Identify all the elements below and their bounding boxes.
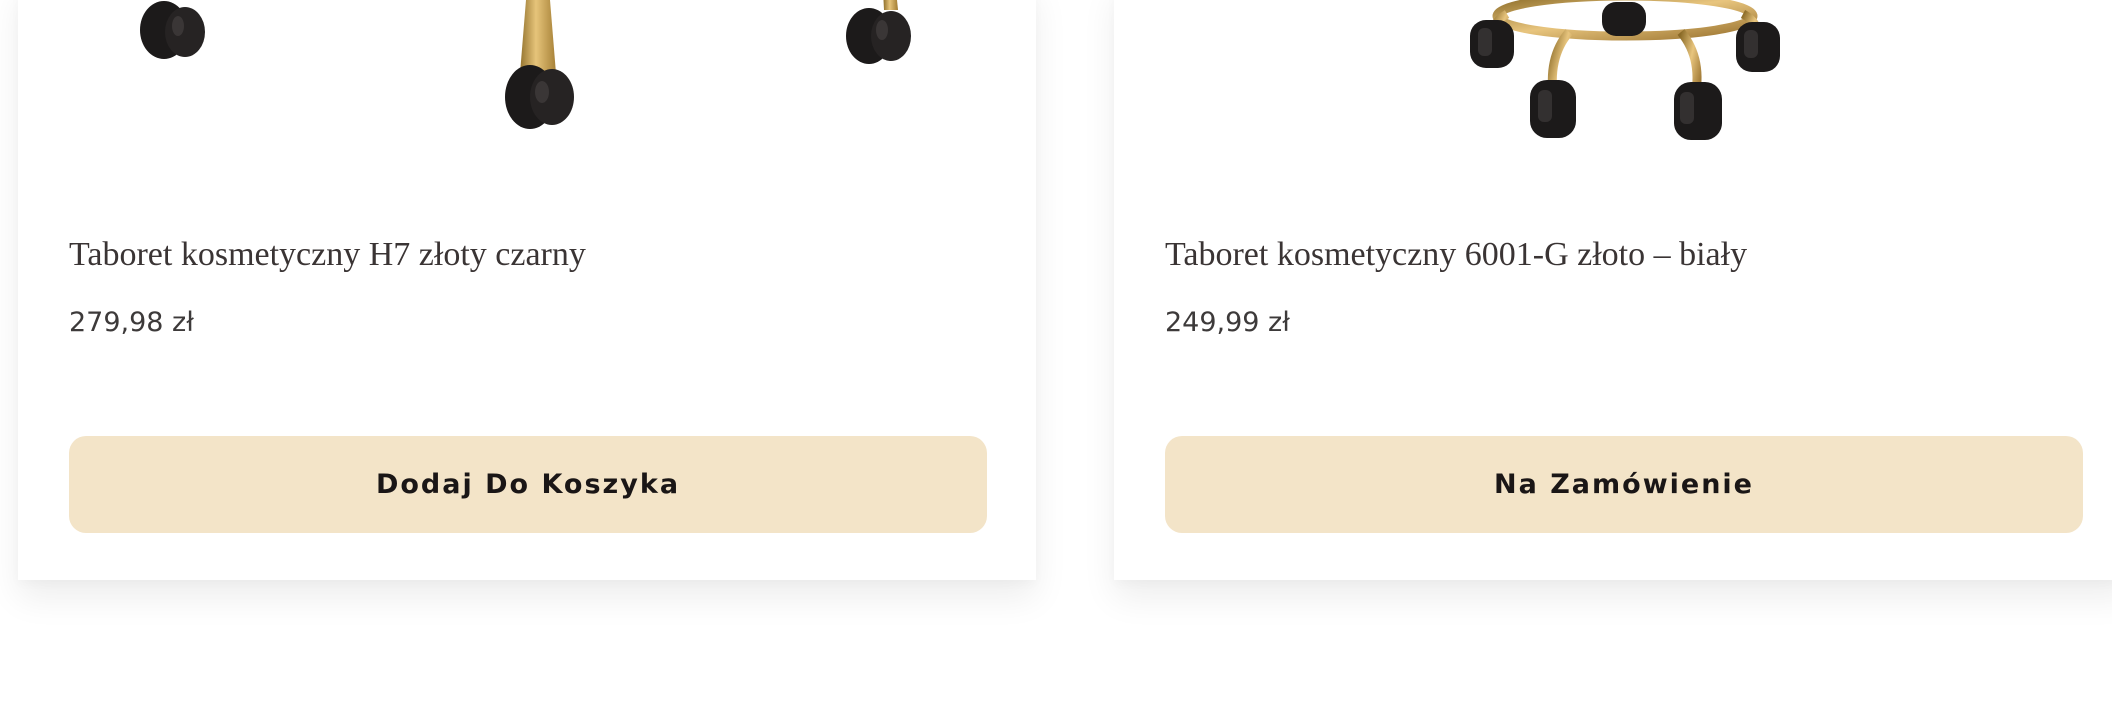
caster-outer-right [1736, 22, 1780, 72]
stool-base-illustration [140, 0, 911, 129]
caster-inner-left [1530, 80, 1576, 138]
caster-right [846, 0, 911, 64]
product-image[interactable] [1114, 0, 2112, 180]
order-on-request-button[interactable]: Na Zamówienie [1165, 436, 2083, 533]
product-title[interactable]: Taboret kosmetyczny 6001-G złoto – biały [1165, 236, 1747, 274]
product-card: Taboret kosmetyczny H7 złoty czarny 279,… [18, 0, 1036, 580]
caster-inner-right [1674, 82, 1722, 140]
caster-center [505, 65, 574, 129]
product-price: 249,99 zł [1165, 307, 1290, 338]
product-price: 279,98 zł [69, 307, 194, 338]
product-image[interactable] [18, 0, 1036, 180]
product-title[interactable]: Taboret kosmetyczny H7 złoty czarny [69, 236, 586, 274]
product-card: Taboret kosmetyczny 6001-G złoto – biały… [1114, 0, 2112, 580]
add-to-cart-button[interactable]: Dodaj Do Koszyka [69, 436, 987, 533]
caster-back [1602, 2, 1646, 36]
caster-outer-left [1470, 20, 1514, 68]
caster-left [140, 1, 205, 59]
stool-base-illustration [1470, 0, 1780, 140]
